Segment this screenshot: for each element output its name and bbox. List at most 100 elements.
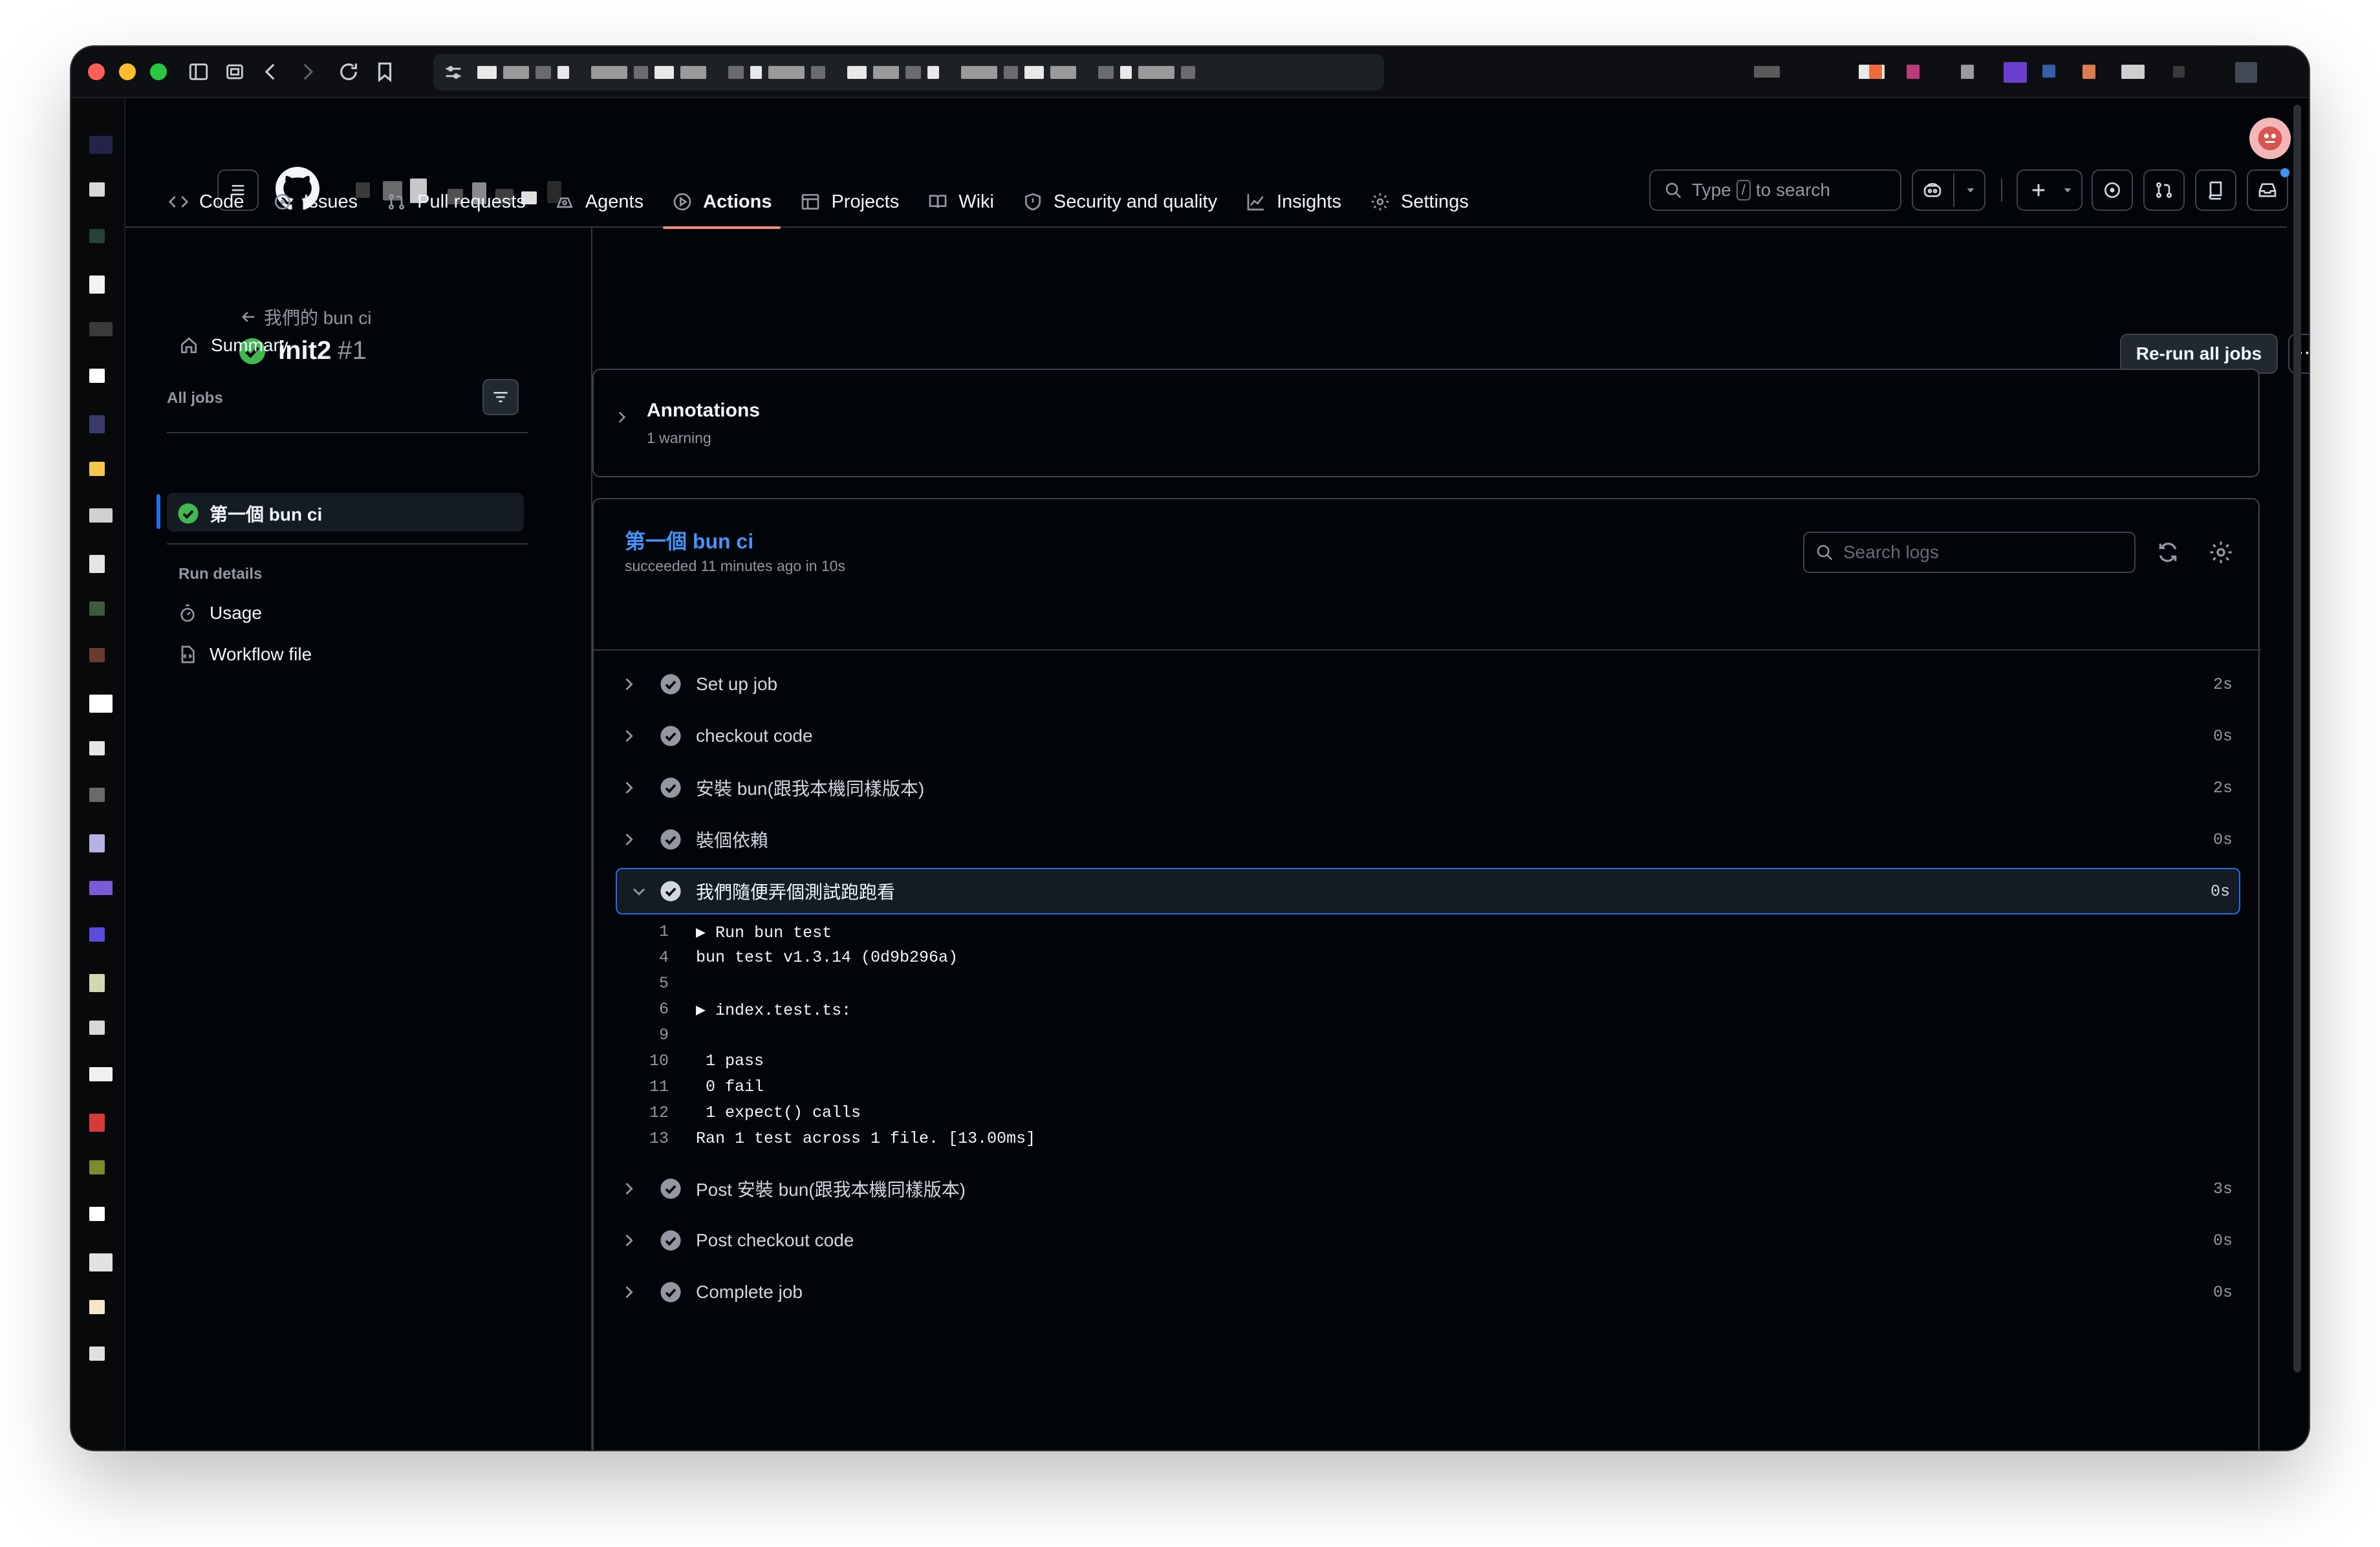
tab-projects[interactable]: Projects	[786, 176, 913, 228]
tab-settings[interactable]: Settings	[1356, 176, 1483, 228]
bookmark-favicon[interactable]	[89, 788, 105, 802]
bookmark-favicon[interactable]	[89, 136, 113, 154]
job-item-content[interactable]: 第一個 bun ci	[177, 501, 322, 526]
tab-overview-icon[interactable]	[221, 58, 248, 85]
forward-icon[interactable]	[294, 58, 321, 85]
bookmark-favicon[interactable]	[89, 1114, 105, 1132]
tab-agents[interactable]: Agents	[540, 176, 658, 228]
back-to-workflow-link[interactable]: 我們的 bun ci	[239, 304, 372, 330]
step-row[interactable]: Post checkout code 0s	[594, 1217, 2261, 1264]
step-row[interactable]: Set up job 2s	[594, 661, 2261, 708]
step-success-icon	[660, 1178, 681, 1199]
log-line-number[interactable]: 5	[633, 974, 669, 993]
bookmark-favicon[interactable]	[89, 322, 113, 336]
close-window-button[interactable]	[88, 63, 105, 80]
bookmark-favicon[interactable]	[89, 601, 105, 616]
issues-button[interactable]	[2092, 169, 2133, 211]
bookmark-favicon[interactable]	[89, 369, 105, 383]
step-row[interactable]: Complete job 0s	[594, 1269, 2261, 1315]
bookmark-favicon[interactable]	[89, 834, 105, 852]
bookmark-favicon[interactable]	[89, 695, 113, 713]
log-line-number[interactable]: 9	[633, 1026, 669, 1044]
create-new-button[interactable]	[2017, 169, 2082, 211]
log-settings-icon[interactable]	[2208, 539, 2234, 565]
tab-issues[interactable]: Issues	[258, 176, 372, 228]
log-line-number[interactable]: 11	[633, 1077, 669, 1096]
step-row[interactable]: 我們隨便弄個測試跑跑看 0s	[616, 868, 2240, 914]
tab-actions[interactable]: Actions	[658, 176, 786, 229]
back-icon[interactable]	[257, 58, 285, 85]
inbox-button[interactable]	[2247, 168, 2289, 211]
chevron-right-icon	[625, 1182, 633, 1195]
tab-security-and-quality[interactable]: Security and quality	[1008, 176, 1231, 228]
log-line-number[interactable]: 4	[633, 948, 669, 967]
bookmark-favicon[interactable]	[89, 1021, 105, 1035]
selected-job-indicator	[157, 494, 160, 529]
job-title-link[interactable]: 第一個 bun ci	[625, 525, 753, 555]
tab-insights[interactable]: Insights	[1231, 176, 1356, 228]
address-bar[interactable]	[433, 54, 1384, 91]
step-row[interactable]: Post 安裝 bun(跟我本機同樣版本) 3s	[594, 1165, 2261, 1212]
bookmark-favicon[interactable]	[89, 1160, 105, 1174]
bookmark-favicon[interactable]	[89, 229, 105, 243]
refresh-logs-icon[interactable]	[2155, 539, 2181, 565]
site-settings-icon[interactable]	[440, 59, 467, 86]
bookmark-favicon[interactable]	[89, 927, 105, 942]
user-avatar[interactable]	[2249, 118, 2291, 159]
log-line-number[interactable]: 1	[633, 922, 669, 941]
log-line-number[interactable]: 12	[633, 1103, 669, 1122]
chevron-right-icon	[625, 781, 633, 794]
search-logs-input[interactable]: Search logs	[1803, 532, 2136, 573]
bookmark-favicon[interactable]	[89, 555, 105, 573]
step-duration: 0s	[2212, 726, 2233, 746]
zoom-window-button[interactable]	[150, 63, 167, 80]
repo-icon	[2209, 181, 2222, 200]
bookmark-favicon[interactable]	[89, 1207, 105, 1221]
log-line-text: bun test v1.3.14 (0d9b296a)	[696, 948, 958, 967]
search-input[interactable]: Type / to search	[1649, 169, 1901, 211]
tab-pull-requests[interactable]: Pull requests	[372, 176, 540, 228]
bookmark-favicon[interactable]	[89, 415, 105, 433]
bookmark-favicon[interactable]	[89, 182, 105, 197]
rerun-all-jobs-button[interactable]: Re-run all jobs	[2120, 334, 2278, 374]
bookmark-favicon[interactable]	[89, 462, 105, 476]
filter-jobs-button[interactable]	[482, 379, 519, 415]
log-line-number[interactable]: 13	[633, 1129, 669, 1148]
bookmark-favicon[interactable]	[89, 276, 105, 294]
bookmark-favicon[interactable]	[89, 1347, 105, 1361]
repositories-button[interactable]	[2195, 169, 2236, 211]
step-row[interactable]: 裝個依賴 0s	[594, 816, 2261, 863]
bookmark-favicon[interactable]	[89, 741, 105, 755]
bookmark-favicon[interactable]	[89, 648, 105, 662]
log-line-text: 1 expect() calls	[696, 1103, 861, 1122]
chevron-right-icon	[625, 1234, 633, 1247]
step-row[interactable]: 安裝 bun(跟我本機同樣版本) 2s	[594, 764, 2261, 811]
bookmark-favicon[interactable]	[89, 1253, 113, 1271]
copilot-button[interactable]	[1912, 169, 1985, 211]
reload-icon[interactable]	[335, 58, 362, 85]
bookmark-icon[interactable]	[371, 58, 398, 85]
tab-code[interactable]: Code	[154, 176, 258, 228]
step-row[interactable]: checkout code 0s	[594, 713, 2261, 759]
sidebar-toggle-icon[interactable]	[185, 58, 212, 85]
pull-request-icon	[2156, 182, 2172, 198]
log-line-number[interactable]: 10	[633, 1052, 669, 1070]
summary-link[interactable]: Summary	[178, 335, 288, 356]
file-code-icon	[181, 645, 195, 664]
annotations-panel[interactable]: Annotations 1 warning	[592, 369, 2260, 477]
log-line-number[interactable]: 6	[633, 1000, 669, 1019]
page-scrollbar[interactable]	[2293, 105, 2301, 1372]
workflow-file-link[interactable]: Workflow file	[177, 644, 312, 665]
step-label: 我們隨便弄個測試跑跑看	[696, 882, 896, 902]
bookmark-favicon[interactable]	[89, 1067, 113, 1081]
bookmark-favicon[interactable]	[89, 974, 105, 992]
minimize-window-button[interactable]	[119, 63, 136, 80]
bookmark-favicon[interactable]	[89, 1300, 105, 1314]
browser-window: + Type / to search CodeIssu	[71, 47, 2309, 1450]
bookmark-favicon[interactable]	[89, 508, 113, 523]
bookmark-favicon[interactable]	[89, 881, 113, 895]
pull-requests-button[interactable]	[2143, 169, 2185, 211]
redacted-url-block	[873, 66, 899, 79]
usage-link[interactable]: Usage	[177, 603, 262, 623]
tab-wiki[interactable]: Wiki	[913, 176, 1008, 228]
